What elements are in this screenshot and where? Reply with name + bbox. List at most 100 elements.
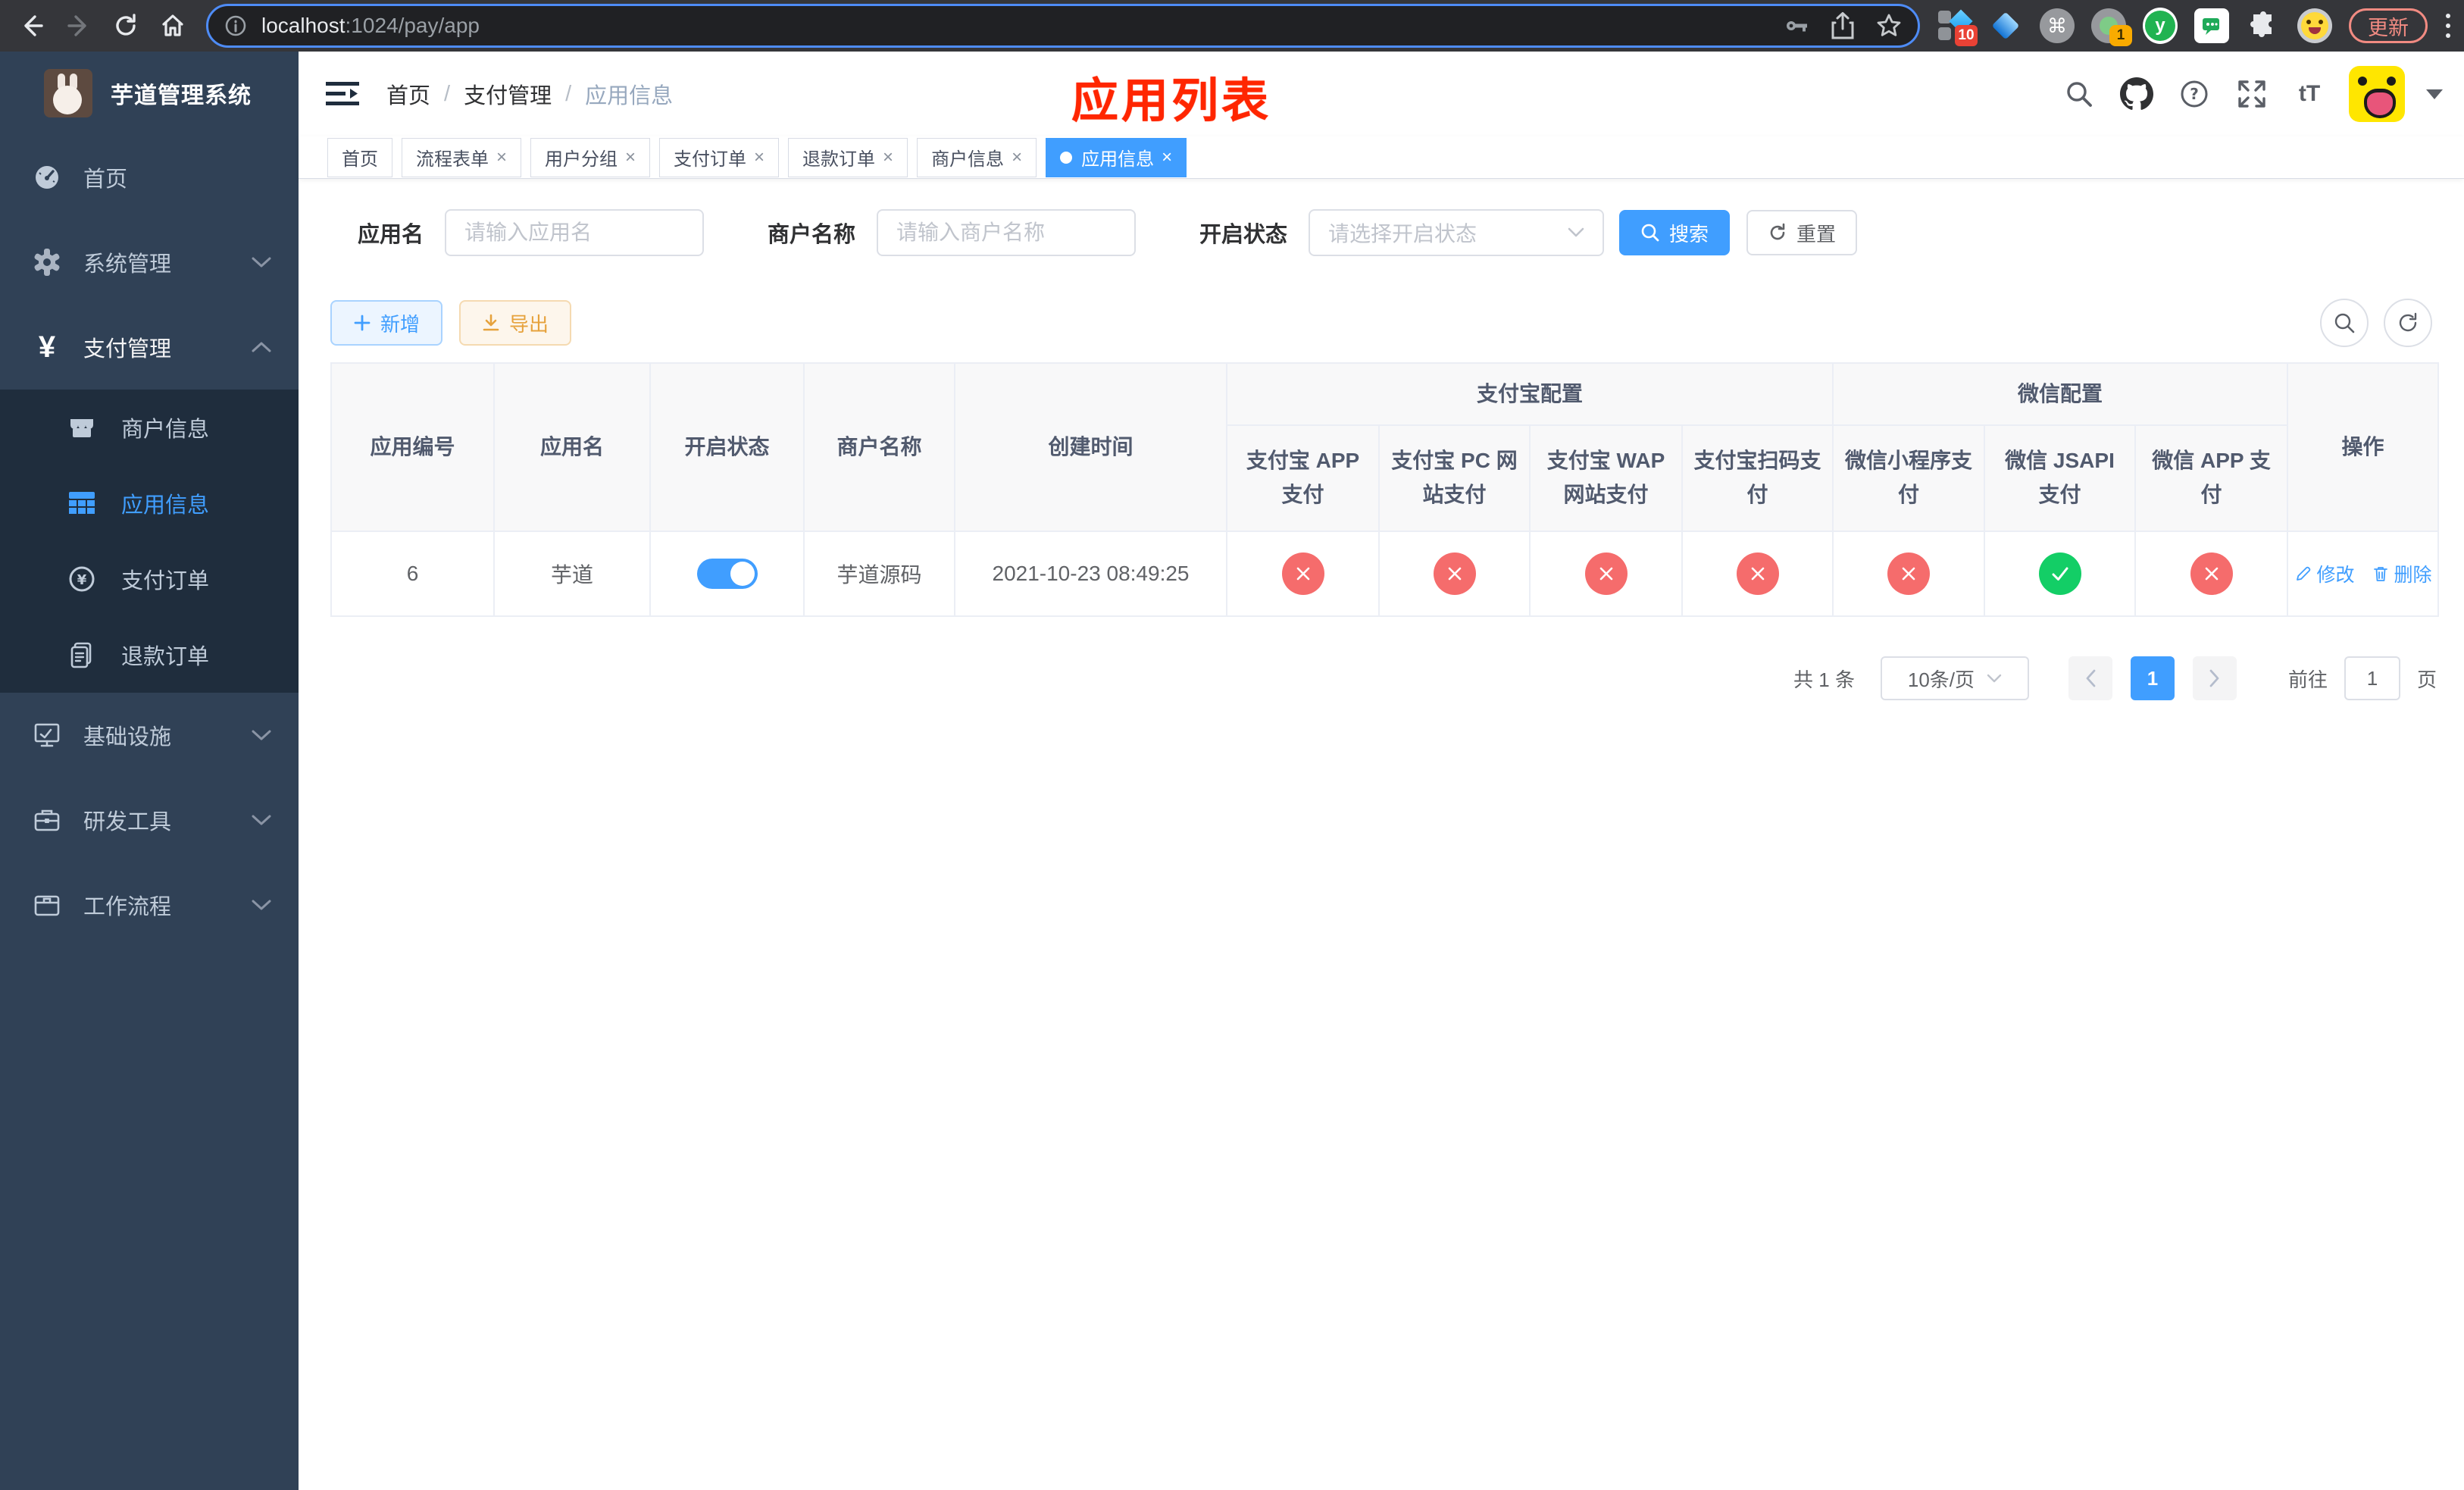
breadcrumb: 首页 / 支付管理 / 应用信息: [386, 78, 673, 110]
sidebar-item-dev-tools[interactable]: 研发工具: [0, 778, 299, 862]
export-button[interactable]: 导出: [459, 300, 571, 346]
navbar: 首页 / 支付管理 / 应用信息 应用列表 ? tT: [299, 52, 2464, 136]
status-select[interactable]: 请选择开启状态: [1309, 209, 1605, 256]
sidebar-item-infrastructure[interactable]: 基础设施: [0, 693, 299, 778]
app-name-label: 应用名: [358, 223, 424, 247]
browser-home-button[interactable]: [152, 5, 194, 47]
sidebar: 芋道管理系统 首页 系统管理 ¥ 支付管理 商户信息 应用信息 ¥ 支付订单 退…: [0, 52, 299, 1490]
col-alipay-scan: 支付宝扫码支付: [1681, 424, 1834, 532]
github-icon[interactable]: [2118, 76, 2155, 112]
close-icon[interactable]: ×: [754, 148, 765, 167]
search-icon: [2334, 313, 2355, 333]
navbar-actions: ? tT: [2061, 52, 2443, 136]
col-merchant: 商户名称: [803, 362, 955, 532]
col-created: 创建时间: [954, 362, 1227, 532]
close-icon[interactable]: ×: [883, 148, 893, 167]
total-count: 共 1 条: [1793, 668, 1855, 691]
trash-icon: [2373, 566, 2387, 581]
extension-chat-icon[interactable]: [2194, 8, 2229, 43]
breadcrumb-pay[interactable]: 支付管理: [464, 78, 552, 110]
page-size-select[interactable]: 10条/页: [1880, 656, 2029, 700]
sidebar-item-app-info[interactable]: 应用信息: [0, 465, 299, 541]
sidebar-item-pay[interactable]: ¥ 支付管理: [0, 305, 299, 390]
search-button[interactable]: 搜索: [1619, 210, 1731, 255]
tags-view-bar: 首页 流程表单 × 用户分组 × 支付订单 × 退款订单 × 商户信息 × 应用信息 ×: [299, 136, 2464, 179]
app-name-input[interactable]: [445, 209, 705, 256]
fullscreen-icon[interactable]: [2234, 76, 2270, 112]
sidebar-fold-icon[interactable]: [326, 79, 359, 109]
refresh-table-button[interactable]: [2384, 299, 2432, 347]
close-icon[interactable]: ×: [1162, 148, 1172, 167]
browser-profile-avatar[interactable]: [2297, 8, 2332, 43]
tab-refund-order[interactable]: 退款订单 ×: [788, 137, 908, 177]
extensions-puzzle-icon[interactable]: [2246, 8, 2281, 43]
toggle-search-button[interactable]: [2320, 299, 2369, 347]
col-actions: 操作: [2287, 362, 2440, 532]
cell-app-name: 芋道: [493, 531, 651, 617]
page-number-1[interactable]: 1: [2130, 656, 2175, 700]
search-icon[interactable]: [2061, 76, 2097, 112]
wechat-jsapi-status-icon: [2038, 552, 2081, 595]
bookmark-star-icon[interactable]: [1875, 12, 1903, 39]
tab-pay-order[interactable]: 支付订单 ×: [659, 137, 780, 177]
sidebar-item-system[interactable]: 系统管理: [0, 220, 299, 305]
extension-yudao-icon[interactable]: y: [2143, 8, 2178, 44]
share-icon[interactable]: [1830, 11, 1856, 40]
sidebar-item-workflow[interactable]: 工作流程: [0, 862, 299, 947]
enabled-toggle[interactable]: [696, 559, 758, 589]
add-button[interactable]: 新增: [330, 300, 442, 346]
tab-home[interactable]: 首页: [327, 137, 392, 177]
alipay-wap-status-icon: [1584, 552, 1628, 595]
goto-page-input[interactable]: [2344, 656, 2400, 700]
extension-recorder-icon[interactable]: 1: [2091, 8, 2132, 46]
close-icon[interactable]: ×: [1012, 148, 1022, 167]
chevron-down-icon: [1987, 674, 2002, 682]
merchant-name-input[interactable]: [877, 209, 1137, 256]
browser-back-button[interactable]: [11, 5, 53, 47]
user-avatar[interactable]: [2349, 66, 2405, 122]
tab-user-group[interactable]: 用户分组 ×: [530, 137, 651, 177]
svg-text:?: ?: [2190, 85, 2199, 103]
site-info-icon[interactable]: [224, 14, 248, 38]
col-alipay-app: 支付宝 APP 支付: [1226, 424, 1380, 532]
sidebar-item-refund-order[interactable]: 退款订单: [0, 617, 299, 693]
goto-label: 前往: [2287, 668, 2328, 691]
extension-badge: 1: [2109, 25, 2132, 46]
alipay-app-status-icon: [1281, 552, 1324, 595]
reset-button[interactable]: 重置: [1746, 210, 1858, 255]
next-page-button[interactable]: [2192, 656, 2237, 700]
extension-grid-icon[interactable]: 10: [1937, 8, 1978, 46]
browser-menu-icon[interactable]: [2444, 8, 2452, 43]
breadcrumb-home[interactable]: 首页: [386, 78, 430, 110]
col-app-name: 应用名: [493, 362, 651, 532]
tab-process-form[interactable]: 流程表单 ×: [402, 137, 522, 177]
search-icon: [1641, 224, 1659, 242]
browser-forward-button[interactable]: [58, 5, 100, 47]
tab-merchant-info[interactable]: 商户信息 ×: [917, 137, 1037, 177]
extension-command-icon[interactable]: ⌘: [2040, 8, 2075, 43]
avatar-caret-icon[interactable]: [2426, 89, 2443, 99]
browser-update-button[interactable]: 更新: [2349, 8, 2428, 43]
browser-toolbar: localhost:1024/pay/app 10 ⌘ 1 y 更新: [0, 0, 2464, 52]
tab-app-info[interactable]: 应用信息 ×: [1046, 137, 1187, 177]
wechat-mini-status-icon: [1887, 552, 1931, 595]
close-icon[interactable]: ×: [496, 148, 507, 167]
delete-link[interactable]: 删除: [2372, 560, 2432, 587]
edit-link[interactable]: 修改: [2294, 560, 2355, 587]
sidebar-item-pay-order[interactable]: ¥ 支付订单: [0, 541, 299, 617]
sidebar-item-home[interactable]: 首页: [0, 135, 299, 220]
group-wechat-config: 微信配置: [1832, 362, 2289, 426]
help-icon[interactable]: ?: [2176, 76, 2212, 112]
extension-gem-icon[interactable]: [1988, 8, 2023, 43]
browser-reload-button[interactable]: [105, 5, 147, 47]
app-logo-row[interactable]: 芋道管理系统: [0, 52, 299, 135]
address-bar[interactable]: localhost:1024/pay/app: [206, 4, 1920, 48]
sidebar-item-merchant-info[interactable]: 商户信息: [0, 390, 299, 465]
password-key-icon[interactable]: [1783, 12, 1810, 39]
font-size-icon[interactable]: tT: [2291, 76, 2328, 112]
toolbox-icon: [30, 806, 64, 834]
wechat-app-status-icon: [2190, 552, 2233, 595]
prev-page-button[interactable]: [2068, 656, 2112, 700]
yen-icon: ¥: [38, 330, 56, 364]
close-icon[interactable]: ×: [625, 148, 636, 167]
